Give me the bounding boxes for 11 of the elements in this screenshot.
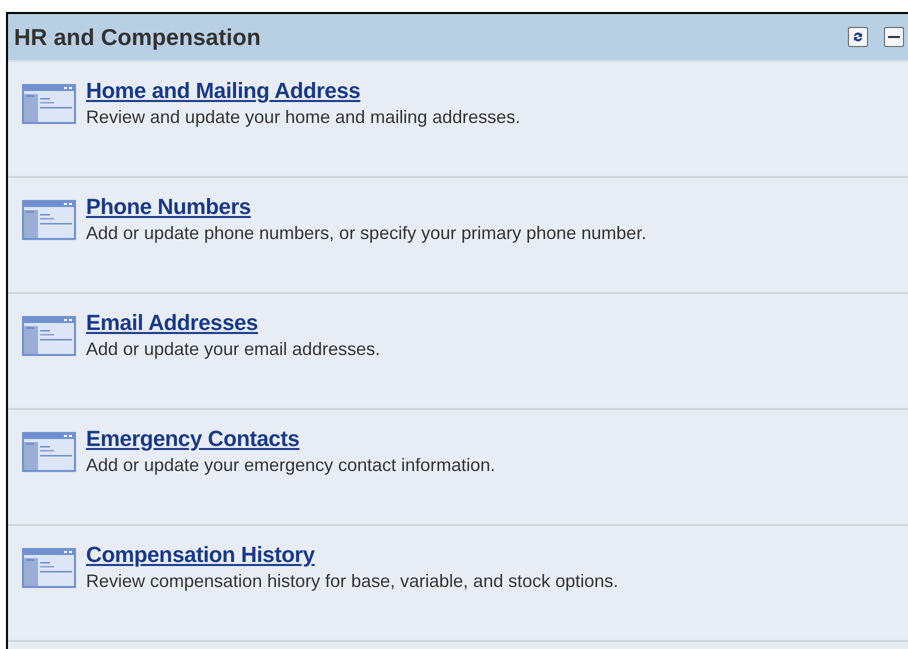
item-link[interactable]: Compensation History: [86, 542, 618, 568]
item-link[interactable]: Emergency Contacts: [86, 426, 496, 452]
item-description: Review compensation history for base, variable, and stock options.: [86, 571, 618, 592]
item-link[interactable]: Home and Mailing Address: [86, 78, 520, 104]
item-description: Add or update your emergency contact information.: [86, 455, 496, 476]
panel-title: HR and Compensation: [14, 24, 262, 50]
item-description: Add or update your email addresses.: [86, 339, 380, 360]
item-description: Review and update your home and mailing addresses.: [86, 107, 520, 128]
item-link[interactable]: Phone Numbers: [86, 194, 646, 220]
item-link[interactable]: Email Addresses: [86, 310, 380, 336]
item-description: Add or update phone numbers, or specify your primary phone number.: [86, 223, 646, 244]
